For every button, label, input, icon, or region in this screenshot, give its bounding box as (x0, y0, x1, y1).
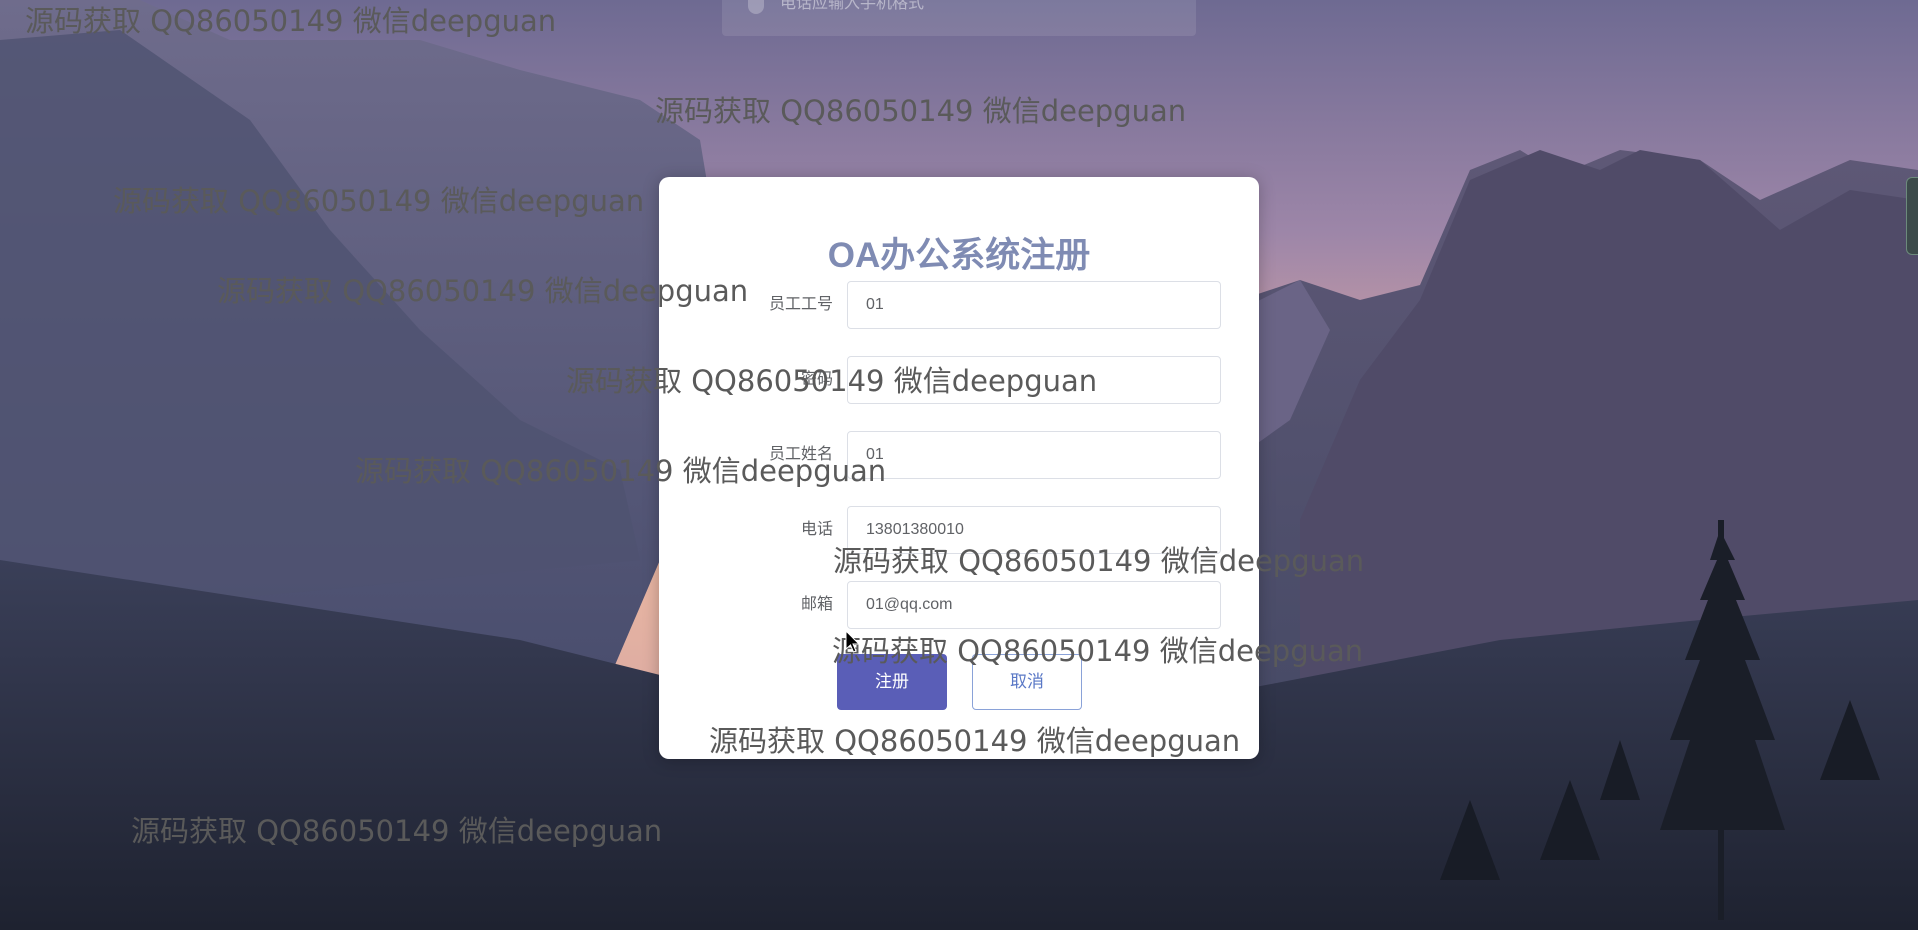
error-toast: 电话应输入手机格式 (722, 0, 1196, 36)
toast-message: 电话应输入手机格式 (780, 0, 925, 12)
form-row-employee-id: 员工工号 (659, 281, 1259, 329)
employee-id-input[interactable] (847, 281, 1221, 329)
phone-input[interactable] (847, 506, 1221, 554)
email-input[interactable] (847, 581, 1221, 629)
phone-label: 电话 (800, 521, 833, 538)
employee-id-label: 员工工号 (768, 296, 833, 313)
form-row-email: 邮箱 (659, 581, 1259, 629)
form-row-password: 密码 (659, 356, 1259, 404)
register-dialog: OA办公系统注册 员工工号 密码 员工姓名 电话 邮箱 注册 取消 (659, 177, 1259, 759)
dialog-title: OA办公系统注册 (827, 236, 1091, 275)
side-widget[interactable] (1906, 177, 1918, 255)
mouse-cursor-icon (845, 630, 861, 653)
form-row-phone: 电话 (659, 506, 1259, 554)
error-icon (748, 0, 764, 14)
employee-name-label: 员工姓名 (768, 446, 833, 463)
register-button[interactable]: 注册 (837, 654, 947, 710)
email-label: 邮箱 (800, 596, 833, 613)
password-input[interactable] (847, 356, 1221, 404)
password-label: 密码 (800, 371, 833, 388)
form-row-employee-name: 员工姓名 (659, 431, 1259, 479)
employee-name-input[interactable] (847, 431, 1221, 479)
cancel-button[interactable]: 取消 (972, 654, 1082, 710)
